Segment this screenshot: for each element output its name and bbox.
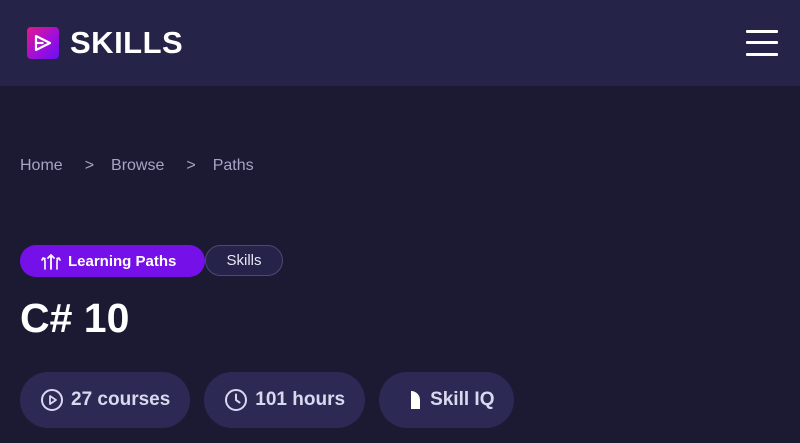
skills-logo[interactable]: SKILLS	[27, 27, 183, 59]
breadcrumb: Home > Browse > Paths	[20, 155, 254, 177]
paths-arrows-icon	[41, 252, 61, 270]
skills-tag[interactable]: Skills	[205, 245, 283, 276]
content-type-tags: Learning Paths Skills	[20, 245, 283, 277]
hamburger-menu-icon[interactable]	[744, 29, 780, 57]
courses-count-label: 27 courses	[71, 389, 171, 410]
play-triangle-icon	[27, 27, 59, 59]
clock-icon	[224, 388, 248, 412]
courses-count-pill: 27 courses	[20, 372, 191, 428]
path-stats: 27 courses 101 hours Skill IQ	[20, 372, 528, 428]
learning-paths-label: Learning Paths	[68, 252, 177, 270]
hours-count-pill: 101 hours	[204, 372, 366, 428]
top-navigation-bar: SKILLS	[0, 0, 800, 86]
breadcrumb-browse[interactable]: Browse	[111, 157, 164, 175]
skill-iq-icon	[399, 388, 423, 412]
breadcrumb-separator: >	[186, 157, 196, 174]
breadcrumb-home[interactable]: Home	[20, 157, 63, 175]
brand-name: SKILLS	[70, 25, 184, 60]
learning-paths-tag[interactable]: Learning Paths	[20, 245, 205, 277]
hours-count-label: 101 hours	[255, 389, 346, 410]
breadcrumb-paths[interactable]: Paths	[213, 157, 254, 175]
play-circle-icon	[40, 388, 64, 412]
breadcrumb-separator: >	[84, 157, 95, 174]
skill-iq-label: Skill IQ	[430, 389, 495, 410]
page-title: C# 10	[20, 295, 130, 341]
skill-iq-pill[interactable]: Skill IQ	[379, 372, 515, 428]
skills-tag-label: Skills	[226, 252, 262, 269]
